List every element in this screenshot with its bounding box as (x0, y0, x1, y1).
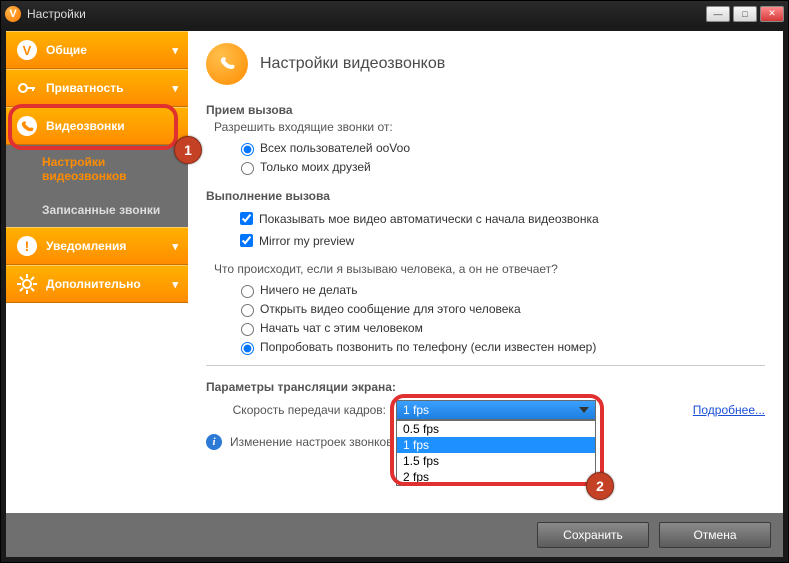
radio-all-users[interactable] (241, 143, 254, 156)
radio-phone-call[interactable] (241, 342, 254, 355)
fps-dropdown-wrap: 1 fps 0.5 fps 1 fps 1.5 fps 2 fps 2 (396, 400, 596, 420)
maximize-button[interactable]: □ (733, 6, 757, 22)
alert-icon: ! (16, 235, 38, 257)
chevron-right-icon: › (174, 120, 178, 132)
sidebar-item-additional[interactable]: Дополнительно ▾ (6, 265, 188, 303)
sidebar-item-videocalls[interactable]: Видеозвонки › 1 (6, 107, 188, 145)
gear-icon (16, 273, 38, 295)
radio-start-chat[interactable] (241, 323, 254, 336)
sidebar-item-general[interactable]: V Общие ▾ (6, 31, 188, 69)
info-icon: i (206, 434, 222, 450)
chevron-down-icon: ▾ (172, 44, 178, 57)
sidebar-item-label: Дополнительно (46, 277, 141, 291)
checkbox-show-video[interactable] (240, 212, 253, 225)
sidebar-subgroup: Настройки видеозвонков Записанные звонки (6, 145, 188, 227)
checkbox-label: Показывать мое видео автоматически с нач… (259, 212, 599, 226)
noanswer-question: Что происходит, если я вызываю человека,… (206, 262, 765, 276)
fps-dropdown-list: 0.5 fps 1 fps 1.5 fps 2 fps (396, 420, 596, 486)
radio-nothing[interactable] (241, 285, 254, 298)
fps-selected-value: 1 fps (403, 403, 429, 417)
fps-option[interactable]: 1 fps (397, 437, 595, 453)
sidebar-subitem-video-settings[interactable]: Настройки видеозвонков (6, 145, 188, 193)
cancel-button[interactable]: Отмена (659, 522, 771, 548)
key-icon (16, 77, 38, 99)
page-title: Настройки видеозвонков (260, 55, 445, 73)
window-title: Настройки (27, 7, 86, 21)
annotation-badge-1: 1 (174, 136, 202, 164)
sidebar-item-label: Приватность (46, 81, 123, 95)
sidebar-item-privacy[interactable]: Приватность ▾ (6, 69, 188, 107)
phone-icon (206, 43, 248, 85)
minimize-button[interactable]: — (706, 6, 730, 22)
allow-incoming-label: Разрешить входящие звонки от: (206, 120, 765, 134)
chevron-down-icon: ▾ (172, 278, 178, 291)
note-text: Изменение настроек звонков всту (230, 435, 420, 449)
dropdown-arrow-icon (579, 407, 589, 413)
sidebar-item-label: Уведомления (46, 239, 126, 253)
section-incoming-title: Прием вызова (206, 103, 765, 117)
svg-text:V: V (23, 43, 32, 58)
radio-label: Открыть видео сообщение для этого челове… (260, 302, 521, 316)
radio-label: Попробовать позвонить по телефону (если … (260, 340, 596, 354)
section-outgoing-title: Выполнение вызова (206, 189, 765, 203)
checkbox-mirror[interactable] (240, 234, 253, 247)
fps-option[interactable]: 1.5 fps (397, 453, 595, 469)
content-pane: Настройки видеозвонков Прием вызова Разр… (188, 31, 783, 513)
sidebar-item-notifications[interactable]: ! Уведомления ▾ (6, 227, 188, 265)
sidebar-item-label: Видеозвонки (46, 119, 125, 133)
footer: Сохранить Отмена (6, 513, 783, 557)
phone-icon (16, 115, 38, 137)
close-button[interactable]: ✕ (760, 6, 784, 22)
fps-option[interactable]: 0.5 fps (397, 421, 595, 437)
page-header: Настройки видеозвонков (206, 43, 765, 89)
chevron-down-icon: ▾ (172, 240, 178, 253)
divider (206, 365, 765, 366)
chevron-down-icon: ▾ (172, 82, 178, 95)
titlebar[interactable]: V Настройки — □ ✕ (1, 1, 788, 26)
annotation-badge-2: 2 (586, 472, 614, 500)
radio-label: Ничего не делать (260, 283, 358, 297)
fps-option[interactable]: 2 fps (397, 469, 595, 485)
radio-label: Начать чат с этим человеком (260, 321, 423, 335)
v-circle-icon: V (16, 39, 38, 61)
checkbox-label: Mirror my preview (259, 234, 354, 248)
radio-label: Только моих друзей (260, 160, 371, 174)
radio-label: Всех пользователей ooVoo (260, 141, 410, 155)
fps-label: Скорость передачи кадров: (206, 403, 396, 417)
svg-text:!: ! (25, 238, 30, 254)
more-link[interactable]: Подробнее... (693, 403, 765, 417)
window-buttons: — □ ✕ (706, 6, 784, 22)
sidebar-item-label: Общие (46, 43, 87, 57)
sidebar-subitem-recorded-calls[interactable]: Записанные звонки (6, 193, 188, 227)
save-button[interactable]: Сохранить (537, 522, 649, 548)
radio-only-friends[interactable] (241, 162, 254, 175)
settings-window: V Настройки — □ ✕ V Общие ▾ (0, 0, 789, 563)
sidebar: V Общие ▾ Приватность ▾ (6, 31, 188, 513)
app-logo-icon: V (5, 6, 21, 22)
radio-open-video-msg[interactable] (241, 304, 254, 317)
section-screen-title: Параметры трансляции экрана: (206, 380, 765, 394)
fps-dropdown[interactable]: 1 fps (396, 400, 596, 420)
